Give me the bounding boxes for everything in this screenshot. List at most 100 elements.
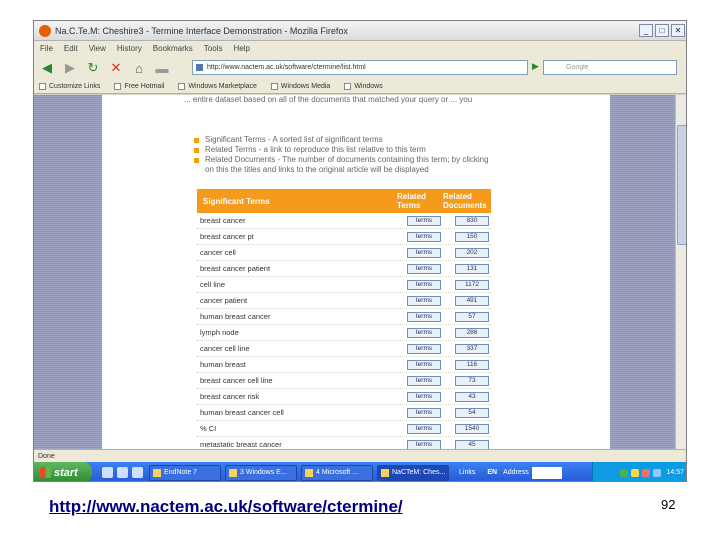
related-terms-cell: terms <box>407 263 455 274</box>
task-endnote[interactable]: EndNote 7 <box>149 464 221 481</box>
related-terms-button[interactable]: terms <box>407 359 441 370</box>
term-cell: breast cancer pt <box>200 232 254 241</box>
page-icon <box>178 83 186 90</box>
go-icon[interactable]: ▶ <box>532 61 539 72</box>
related-documents-count-button[interactable]: 1540 <box>455 423 489 434</box>
page-icon <box>114 83 122 90</box>
related-terms-button[interactable]: terms <box>407 343 441 354</box>
table-row: breast cancer terms 830 <box>197 213 491 229</box>
term-cell: breast cancer patient <box>200 264 271 273</box>
related-documents-count-button[interactable]: 57 <box>455 311 489 322</box>
related-documents-count-button[interactable]: 43 <box>455 391 489 402</box>
related-terms-button[interactable]: terms <box>407 407 441 418</box>
bookmark-customize-links[interactable]: Customize Links <box>39 83 100 90</box>
related-documents-count-button[interactable]: 54 <box>455 407 489 418</box>
language-indicator[interactable]: EN <box>487 469 497 476</box>
related-documents-count-button[interactable]: 286 <box>455 327 489 338</box>
bookmarks-toolbar: Customize Links Free Hotmail Windows Mar… <box>34 80 686 94</box>
related-terms-button[interactable]: terms <box>407 423 441 434</box>
related-documents-cell: 45 <box>455 439 491 449</box>
window-controls: _ □ ✕ <box>639 24 685 37</box>
bullet-significant-terms: Significant Terms - A sorted list of sig… <box>194 135 494 145</box>
table-row: breast cancer pt terms 150 <box>197 229 491 245</box>
task-windows-explorer[interactable]: 3 Windows E... <box>225 464 297 481</box>
bookmark-windows[interactable]: Windows <box>344 83 383 90</box>
related-documents-count-button[interactable]: 73 <box>455 375 489 386</box>
task-nactem-firefox[interactable]: NaCTeM: Ches... <box>377 464 449 481</box>
bookmark-windows-marketplace[interactable]: Windows Marketplace <box>178 83 257 90</box>
related-documents-cell: 286 <box>455 327 491 338</box>
maximize-button[interactable]: □ <box>655 24 669 37</box>
stop-icon[interactable]: ✕ <box>107 59 125 77</box>
search-input[interactable]: Google <box>543 60 677 75</box>
title-bar: Na.C.Te.M: Cheshire3 - Termine Interface… <box>34 21 686 41</box>
tray-icon[interactable] <box>642 468 651 477</box>
menu-edit[interactable]: Edit <box>64 44 78 53</box>
related-terms-button[interactable]: terms <box>407 247 441 258</box>
related-terms-button[interactable]: terms <box>407 215 441 226</box>
tray-icon[interactable] <box>653 468 662 477</box>
bookmark-icon[interactable]: ▬ <box>153 59 171 77</box>
related-documents-count-button[interactable]: 491 <box>455 295 489 306</box>
table-row: human breast terms 116 <box>197 357 491 373</box>
links-toolbar[interactable]: Links <box>459 469 475 476</box>
related-documents-count-button[interactable]: 45 <box>455 439 489 449</box>
home-icon[interactable]: ⌂ <box>130 59 148 77</box>
related-documents-count-button[interactable]: 830 <box>455 215 489 226</box>
forward-arrow-icon[interactable]: ▶ <box>61 59 79 77</box>
reload-icon[interactable]: ↻ <box>84 59 102 77</box>
tray-icon[interactable] <box>620 468 629 477</box>
related-terms-cell: terms <box>407 359 455 370</box>
close-button[interactable]: ✕ <box>671 24 685 37</box>
related-documents-cell: 337 <box>455 343 491 354</box>
tray-icon[interactable] <box>631 468 640 477</box>
related-terms-button[interactable]: terms <box>407 391 441 402</box>
related-documents-cell: 43 <box>455 391 491 402</box>
back-arrow-icon[interactable]: ◀ <box>38 59 56 77</box>
scroll-thumb[interactable] <box>677 125 686 245</box>
bookmark-free-hotmail[interactable]: Free Hotmail <box>114 83 164 90</box>
related-terms-cell: terms <box>407 327 455 338</box>
table-row: cancer cell terms 202 <box>197 245 491 261</box>
related-terms-button[interactable]: terms <box>407 439 441 449</box>
browser-content: ... entire dataset based on all of the d… <box>34 95 686 449</box>
related-terms-button[interactable]: terms <box>407 263 441 274</box>
address-toolbar-input[interactable] <box>531 466 562 479</box>
related-terms-button[interactable]: terms <box>407 279 441 290</box>
menu-view[interactable]: View <box>89 44 106 53</box>
menu-history[interactable]: History <box>117 44 142 53</box>
related-documents-cell: 116 <box>455 359 491 370</box>
table-row: human breast cancer terms 57 <box>197 309 491 325</box>
menu-file[interactable]: File <box>40 44 53 53</box>
quick-launch-icon[interactable] <box>117 467 128 478</box>
slide: Na.C.Te.M: Cheshire3 - Termine Interface… <box>0 0 720 540</box>
task-microsoft[interactable]: 4 Microsoft ... <box>301 464 373 481</box>
url-bar[interactable]: http://www.nactem.ac.uk/software/ctermin… <box>192 60 528 75</box>
menu-help[interactable]: Help <box>233 44 249 53</box>
slide-url-link[interactable]: http://www.nactem.ac.uk/software/ctermin… <box>49 497 403 517</box>
quick-launch-icon[interactable] <box>132 467 143 478</box>
term-cell: breast cancer risk <box>200 392 260 401</box>
related-documents-count-button[interactable]: 337 <box>455 343 489 354</box>
vertical-scrollbar[interactable] <box>675 95 686 449</box>
related-documents-count-button[interactable]: 1172 <box>455 279 489 290</box>
related-documents-cell: 1172 <box>455 279 491 290</box>
minimize-button[interactable]: _ <box>639 24 653 37</box>
related-documents-count-button[interactable]: 131 <box>455 263 489 274</box>
related-terms-button[interactable]: terms <box>407 311 441 322</box>
related-documents-count-button[interactable]: 202 <box>455 247 489 258</box>
related-documents-count-button[interactable]: 116 <box>455 359 489 370</box>
related-terms-button[interactable]: terms <box>407 375 441 386</box>
related-documents-count-button[interactable]: 150 <box>455 231 489 242</box>
bookmark-windows-media[interactable]: Windows Media <box>270 83 330 90</box>
menu-bookmarks[interactable]: Bookmarks <box>153 44 193 53</box>
related-terms-button[interactable]: terms <box>407 231 441 242</box>
related-documents-cell: 202 <box>455 247 491 258</box>
related-terms-button[interactable]: terms <box>407 327 441 338</box>
related-terms-button[interactable]: terms <box>407 295 441 306</box>
table-row: cancer cell line terms 337 <box>197 341 491 357</box>
address-toolbar-label: Address <box>503 469 529 476</box>
quick-launch-icon[interactable] <box>102 467 113 478</box>
menu-tools[interactable]: Tools <box>204 44 223 53</box>
start-button[interactable]: start <box>34 462 92 481</box>
